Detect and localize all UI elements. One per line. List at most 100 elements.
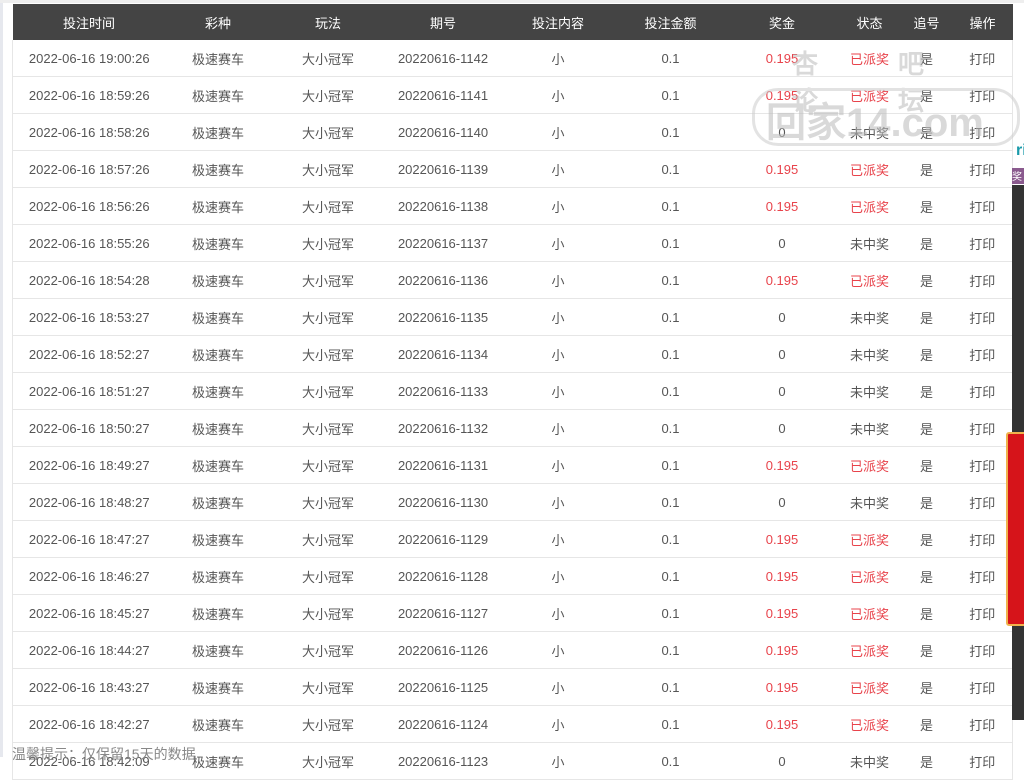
column-header-status: 状态: [838, 4, 901, 40]
prize-cell: 0.195: [725, 187, 839, 225]
bet-amount-cell: 0.1: [615, 520, 726, 558]
table-header: 投注时间 彩种 玩法 期号 投注内容 投注金额 奖金 状态 追号 操作: [12, 4, 1013, 40]
action-cell[interactable]: 打印: [952, 742, 1013, 780]
bet-content-cell: 小: [500, 150, 616, 188]
action-cell[interactable]: 打印: [952, 298, 1013, 336]
play-type-cell: 大小冠军: [270, 298, 386, 336]
chase-cell: 是: [900, 520, 953, 558]
chase-cell: 是: [900, 76, 953, 114]
action-cell[interactable]: 打印: [952, 40, 1013, 77]
play-type-cell: 大小冠军: [270, 261, 386, 299]
bet-amount-cell: 0.1: [615, 446, 726, 484]
table-row: 2022-06-16 18:56:26 极速赛车 大小冠军 20220616-1138…: [12, 187, 1013, 225]
action-cell[interactable]: 打印: [952, 187, 1013, 225]
bet-content-cell: 小: [500, 335, 616, 373]
lottery-type-cell: 极速赛车: [165, 594, 271, 632]
play-type-cell: 大小冠军: [270, 372, 386, 410]
bet-amount-cell: 0.1: [615, 668, 726, 706]
status-cell: 已派奖: [838, 705, 901, 743]
action-cell[interactable]: 打印: [952, 261, 1013, 299]
prize-cell: 0.195: [725, 557, 839, 595]
action-cell[interactable]: 打印: [952, 668, 1013, 706]
table-row: 2022-06-16 18:52:27 极速赛车 大小冠军 20220616-1134…: [12, 335, 1013, 373]
column-header-bet-content: 投注内容: [500, 4, 616, 40]
action-cell[interactable]: 打印: [952, 335, 1013, 373]
action-cell[interactable]: 打印: [952, 113, 1013, 151]
action-cell[interactable]: 打印: [952, 372, 1013, 410]
lottery-type-cell: 极速赛车: [165, 409, 271, 447]
bet-content-cell: 小: [500, 631, 616, 669]
bet-content-cell: 小: [500, 520, 616, 558]
play-type-cell: 大小冠军: [270, 520, 386, 558]
bet-content-cell: 小: [500, 372, 616, 410]
bet-amount-cell: 0.1: [615, 76, 726, 114]
table-row: 2022-06-16 18:59:26 极速赛车 大小冠军 20220616-1141…: [12, 76, 1013, 114]
bet-amount-cell: 0.1: [615, 557, 726, 595]
status-cell: 已派奖: [838, 594, 901, 632]
side-promo-banner[interactable]: [1006, 432, 1024, 626]
chase-cell: 是: [900, 631, 953, 669]
issue-number-cell: 20220616-1125: [385, 668, 501, 706]
lottery-type-cell: 极速赛车: [165, 520, 271, 558]
table-row: 2022-06-16 18:57:26 极速赛车 大小冠军 20220616-1139…: [12, 150, 1013, 188]
play-type-cell: 大小冠军: [270, 594, 386, 632]
action-cell[interactable]: 打印: [952, 705, 1013, 743]
chase-cell: 是: [900, 668, 953, 706]
play-type-cell: 大小冠军: [270, 483, 386, 521]
table-row: 2022-06-16 18:44:27 极速赛车 大小冠军 20220616-1126…: [12, 631, 1013, 669]
action-cell[interactable]: 打印: [952, 631, 1013, 669]
status-cell: 未中奖: [838, 224, 901, 262]
column-header-action: 操作: [952, 4, 1013, 40]
lottery-type-cell: 极速赛车: [165, 446, 271, 484]
table-row: 2022-06-16 18:54:28 极速赛车 大小冠军 20220616-1136…: [12, 261, 1013, 299]
bet-amount-cell: 0.1: [615, 150, 726, 188]
bet-amount-cell: 0.1: [615, 335, 726, 373]
table-row: 2022-06-16 18:47:27 极速赛车 大小冠军 20220616-1129…: [12, 520, 1013, 558]
action-cell[interactable]: 打印: [952, 76, 1013, 114]
prize-cell: 0: [725, 372, 839, 410]
action-cell[interactable]: 打印: [952, 446, 1013, 484]
action-cell[interactable]: 打印: [952, 150, 1013, 188]
status-cell: 未中奖: [838, 298, 901, 336]
issue-number-cell: 20220616-1126: [385, 631, 501, 669]
column-header-issue-number: 期号: [385, 4, 501, 40]
bet-content-cell: 小: [500, 224, 616, 262]
action-cell[interactable]: 打印: [952, 594, 1013, 632]
bet-amount-cell: 0.1: [615, 705, 726, 743]
chase-cell: 是: [900, 705, 953, 743]
action-cell[interactable]: 打印: [952, 520, 1013, 558]
retention-notice: 温馨提示：仅保留15天的数据: [12, 746, 196, 762]
bet-time-cell: 2022-06-16 18:48:27: [12, 483, 166, 521]
prize-cell: 0: [725, 224, 839, 262]
play-type-cell: 大小冠军: [270, 705, 386, 743]
action-cell[interactable]: 打印: [952, 409, 1013, 447]
status-cell: 未中奖: [838, 409, 901, 447]
status-cell: 未中奖: [838, 372, 901, 410]
status-cell: 未中奖: [838, 113, 901, 151]
play-type-cell: 大小冠军: [270, 742, 386, 780]
bet-time-cell: 2022-06-16 18:56:26: [12, 187, 166, 225]
status-cell: 已派奖: [838, 557, 901, 595]
issue-number-cell: 20220616-1134: [385, 335, 501, 373]
prize-cell: 0.195: [725, 705, 839, 743]
table-row: 2022-06-16 18:46:27 极速赛车 大小冠军 20220616-1128…: [12, 557, 1013, 595]
chase-cell: 是: [900, 372, 953, 410]
issue-number-cell: 20220616-1142: [385, 40, 501, 77]
bet-time-cell: 2022-06-16 18:51:27: [12, 372, 166, 410]
play-type-cell: 大小冠军: [270, 113, 386, 151]
action-cell[interactable]: 打印: [952, 557, 1013, 595]
play-type-cell: 大小冠军: [270, 150, 386, 188]
action-cell[interactable]: 打印: [952, 483, 1013, 521]
side-badge[interactable]: 奖: [1012, 168, 1024, 184]
table-row: 2022-06-16 18:48:27 极速赛车 大小冠军 20220616-1130…: [12, 483, 1013, 521]
bet-time-cell: 2022-06-16 18:52:27: [12, 335, 166, 373]
table-row: 2022-06-16 18:58:26 极速赛车 大小冠军 20220616-1140…: [12, 113, 1013, 151]
lottery-type-cell: 极速赛车: [165, 483, 271, 521]
action-cell[interactable]: 打印: [952, 224, 1013, 262]
chase-cell: 是: [900, 742, 953, 780]
bet-time-cell: 2022-06-16 18:58:26: [12, 113, 166, 151]
issue-number-cell: 20220616-1140: [385, 113, 501, 151]
lottery-type-cell: 极速赛车: [165, 705, 271, 743]
issue-number-cell: 20220616-1131: [385, 446, 501, 484]
bet-content-cell: 小: [500, 409, 616, 447]
